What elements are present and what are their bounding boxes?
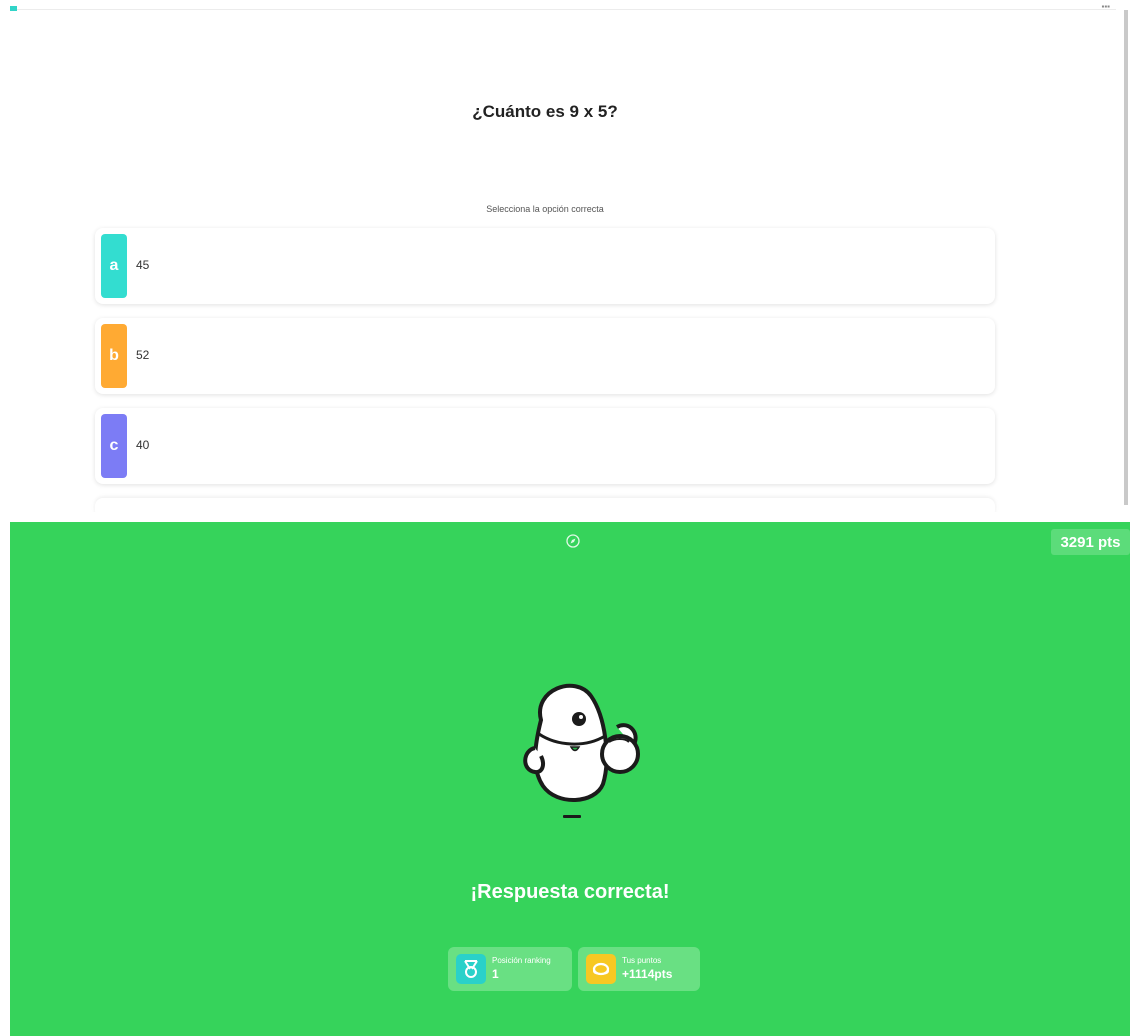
instruction-text: Selecciona la opción correcta: [486, 204, 604, 214]
points-value: +1114pts: [622, 967, 673, 981]
option-text: 40: [136, 438, 150, 452]
question-text: ¿Cuánto es 9 x 5?: [472, 102, 618, 121]
option-b[interactable]: b 52: [95, 318, 995, 394]
question-panel: ▪▪▪ ¿Cuánto es 9 x 5? Selecciona la opci…: [0, 0, 1130, 512]
quiz-screen: ▪▪▪ ¿Cuánto es 9 x 5? Selecciona la opci…: [0, 0, 1130, 1036]
option-text: 52: [136, 348, 150, 362]
option-c[interactable]: c 40: [95, 408, 995, 484]
mascot-illustration: [523, 683, 640, 818]
score-badge: 3291 pts: [1051, 529, 1130, 555]
result-panel: 3291 pts ¡Respuesta correcta! Posición r…: [10, 522, 1130, 1036]
points-label: Tus puntos: [622, 956, 662, 965]
coin-icon: [586, 954, 616, 984]
medal-icon: [456, 954, 486, 984]
ranking-card: Posición ranking 1: [448, 947, 572, 991]
option-letter-badge: c: [101, 414, 127, 478]
points-card: Tus puntos +1114pts: [578, 947, 700, 991]
compass-icon: [566, 534, 580, 548]
option-d-partial[interactable]: [95, 498, 995, 512]
result-title: ¡Respuesta correcta!: [470, 881, 670, 903]
top-bar: [10, 0, 1116, 10]
option-text: 45: [136, 258, 150, 272]
option-letter-badge: a: [101, 234, 127, 298]
ranking-value: 1: [492, 967, 499, 981]
option-letter-badge: b: [101, 324, 127, 388]
scrollbar[interactable]: [1124, 10, 1128, 505]
brand-mark: [10, 6, 17, 11]
top-right-indicator: ▪▪▪: [1101, 2, 1110, 11]
option-a[interactable]: a 45: [95, 228, 995, 304]
ranking-label: Posición ranking: [492, 956, 551, 965]
